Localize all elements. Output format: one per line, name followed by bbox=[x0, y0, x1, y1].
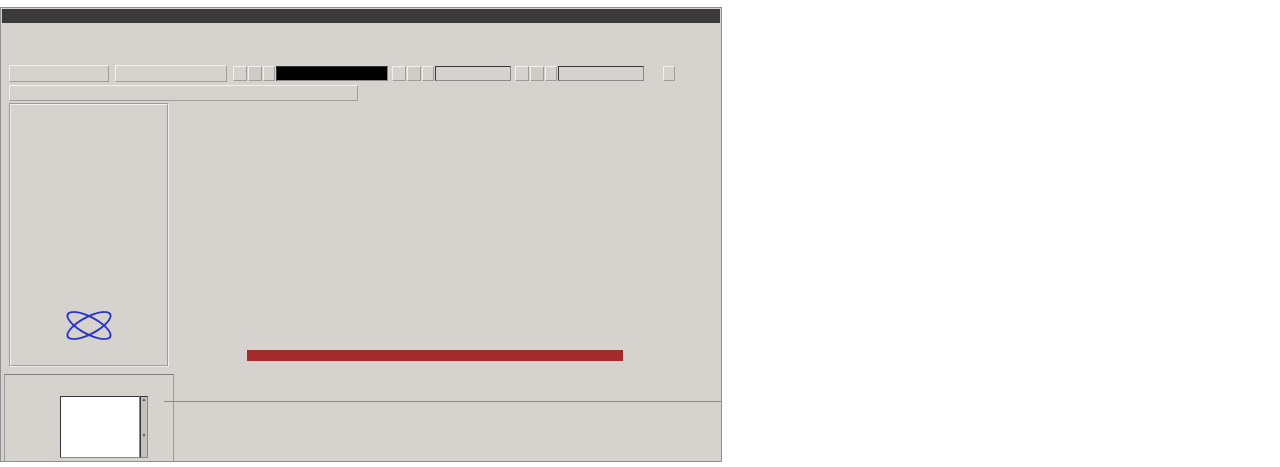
monitor-panel bbox=[164, 401, 721, 462]
spectra-plot[interactable] bbox=[166, 88, 722, 373]
secondary-dataset-icon bbox=[392, 66, 406, 81]
qualifier-combo[interactable] bbox=[676, 66, 722, 81]
primary-dropdown-button[interactable] bbox=[263, 66, 275, 81]
secondary-dropdown-button[interactable] bbox=[422, 66, 434, 81]
bruker-logo bbox=[11, 310, 167, 340]
list-scrollbar[interactable]: ▲▼ bbox=[140, 396, 148, 458]
store-in-memory-button[interactable] bbox=[115, 65, 227, 82]
qualifier-dropdown-button[interactable] bbox=[663, 66, 675, 81]
primary-dataset-combo[interactable] bbox=[276, 66, 388, 81]
title-bar bbox=[2, 9, 720, 23]
acquisition-type-list[interactable] bbox=[60, 396, 140, 458]
menu-bar bbox=[2, 23, 720, 37]
spectra-viewer[interactable] bbox=[166, 88, 722, 373]
control-panel: ▲▼ bbox=[4, 374, 174, 462]
saturation-chart-svg bbox=[722, 0, 1280, 467]
secondary-fullscale-button[interactable] bbox=[407, 66, 421, 81]
main-toolbar bbox=[5, 39, 719, 63]
dataset-bar bbox=[1, 65, 722, 84]
viewport-title-bar[interactable] bbox=[247, 350, 623, 361]
processing-panel bbox=[9, 103, 169, 367]
screenshot-root: ▲▼ bbox=[0, 0, 1280, 467]
primary-fullscale-button[interactable] bbox=[248, 66, 262, 81]
result-fullscale-button[interactable] bbox=[530, 66, 544, 81]
saturation-figure bbox=[722, 0, 1280, 467]
bruker-xenon-window: ▲▼ bbox=[0, 7, 722, 462]
result-dataset-icon bbox=[515, 66, 529, 81]
result-dropdown-button[interactable] bbox=[545, 66, 557, 81]
primary-dataset-icon bbox=[233, 66, 247, 81]
save-to-disk-button[interactable] bbox=[9, 65, 109, 82]
result-dataset-combo[interactable] bbox=[558, 66, 644, 81]
secondary-dataset-combo[interactable] bbox=[435, 66, 511, 81]
